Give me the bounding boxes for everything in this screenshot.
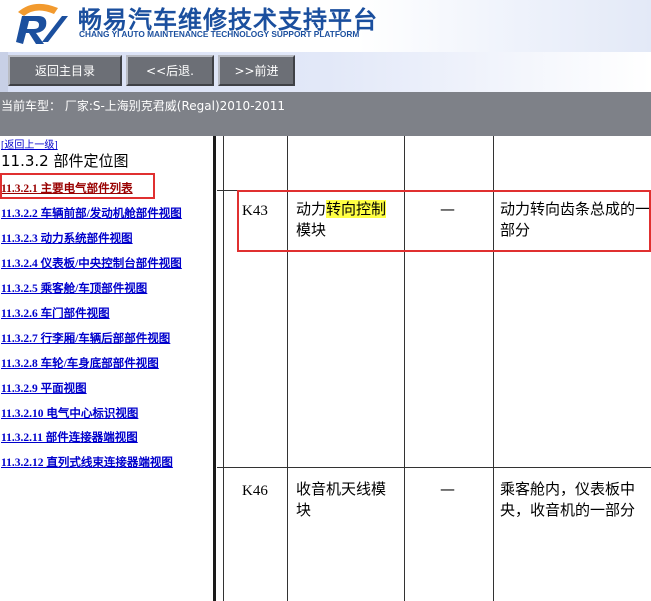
section-title: 11.3.2 部件定位图 [1, 152, 129, 170]
sidebar-item-instrument-panel[interactable]: 11.3.2.4 仪表板/中央控制台部件视图 [1, 255, 182, 271]
changyi-logo-icon [16, 3, 68, 44]
sidebar-item-inline-harness[interactable]: 11.3.2.12 直列式线束连接器端视图 [1, 454, 173, 470]
table-column-border [223, 136, 224, 601]
sidebar-item-wheels-underbody[interactable]: 11.3.2.8 车轮/车身底部部件视图 [1, 355, 159, 371]
sidebar-item-front-engine-bay[interactable]: 11.3.2.2 车辆前部/发动机舱部件视图 [1, 205, 182, 221]
sidebar-item-trunk-rear[interactable]: 11.3.2.7 行李厢/车辆后部部件视图 [1, 330, 170, 346]
part-view: — [440, 480, 455, 498]
part-name: 收音机天线模块 [296, 480, 387, 519]
nav-bar-edge [0, 52, 8, 92]
annotation-highlight-box [237, 190, 651, 252]
back-button[interactable]: <<后退. [126, 55, 214, 86]
sidebar-item-electrical-center[interactable]: 11.3.2.10 电气中心标识视图 [1, 405, 138, 421]
site-header: 畅易汽车维修技术支持平台 CHANG YI AUTO MAINTENANCE T… [0, 0, 651, 52]
sidebar-item-powertrain[interactable]: 11.3.2.3 动力系统部件视图 [1, 230, 133, 246]
annotation-highlight-box [0, 173, 155, 199]
site-subtitle: CHANG YI AUTO MAINTENANCE TECHNOLOGY SUP… [79, 29, 360, 39]
back-to-parent-link[interactable]: [返回上一级] [1, 136, 58, 151]
part-location: 乘客舱内，仪表板中央，收音机的一部分 [500, 480, 636, 519]
forward-button[interactable]: >>前进 [218, 55, 295, 86]
sidebar-item-passenger-roof[interactable]: 11.3.2.5 乘客舱/车顶部件视图 [1, 280, 147, 296]
back-to-main-menu-button[interactable]: 返回主目录 [8, 55, 122, 86]
sidebar-item-plan-view[interactable]: 11.3.2.9 平面视图 [1, 380, 87, 396]
table-row-border [217, 467, 651, 468]
frame-divider[interactable] [213, 136, 216, 601]
part-code: K46 [242, 483, 268, 499]
sidebar-item-doors[interactable]: 11.3.2.6 车门部件视图 [1, 305, 110, 321]
current-vehicle-label: 当前车型： 厂家:S-上海别克君威(Regal)2010-2011 [1, 99, 286, 113]
sidebar-item-connector-end[interactable]: 11.3.2.11 部件连接器端视图 [1, 429, 138, 445]
